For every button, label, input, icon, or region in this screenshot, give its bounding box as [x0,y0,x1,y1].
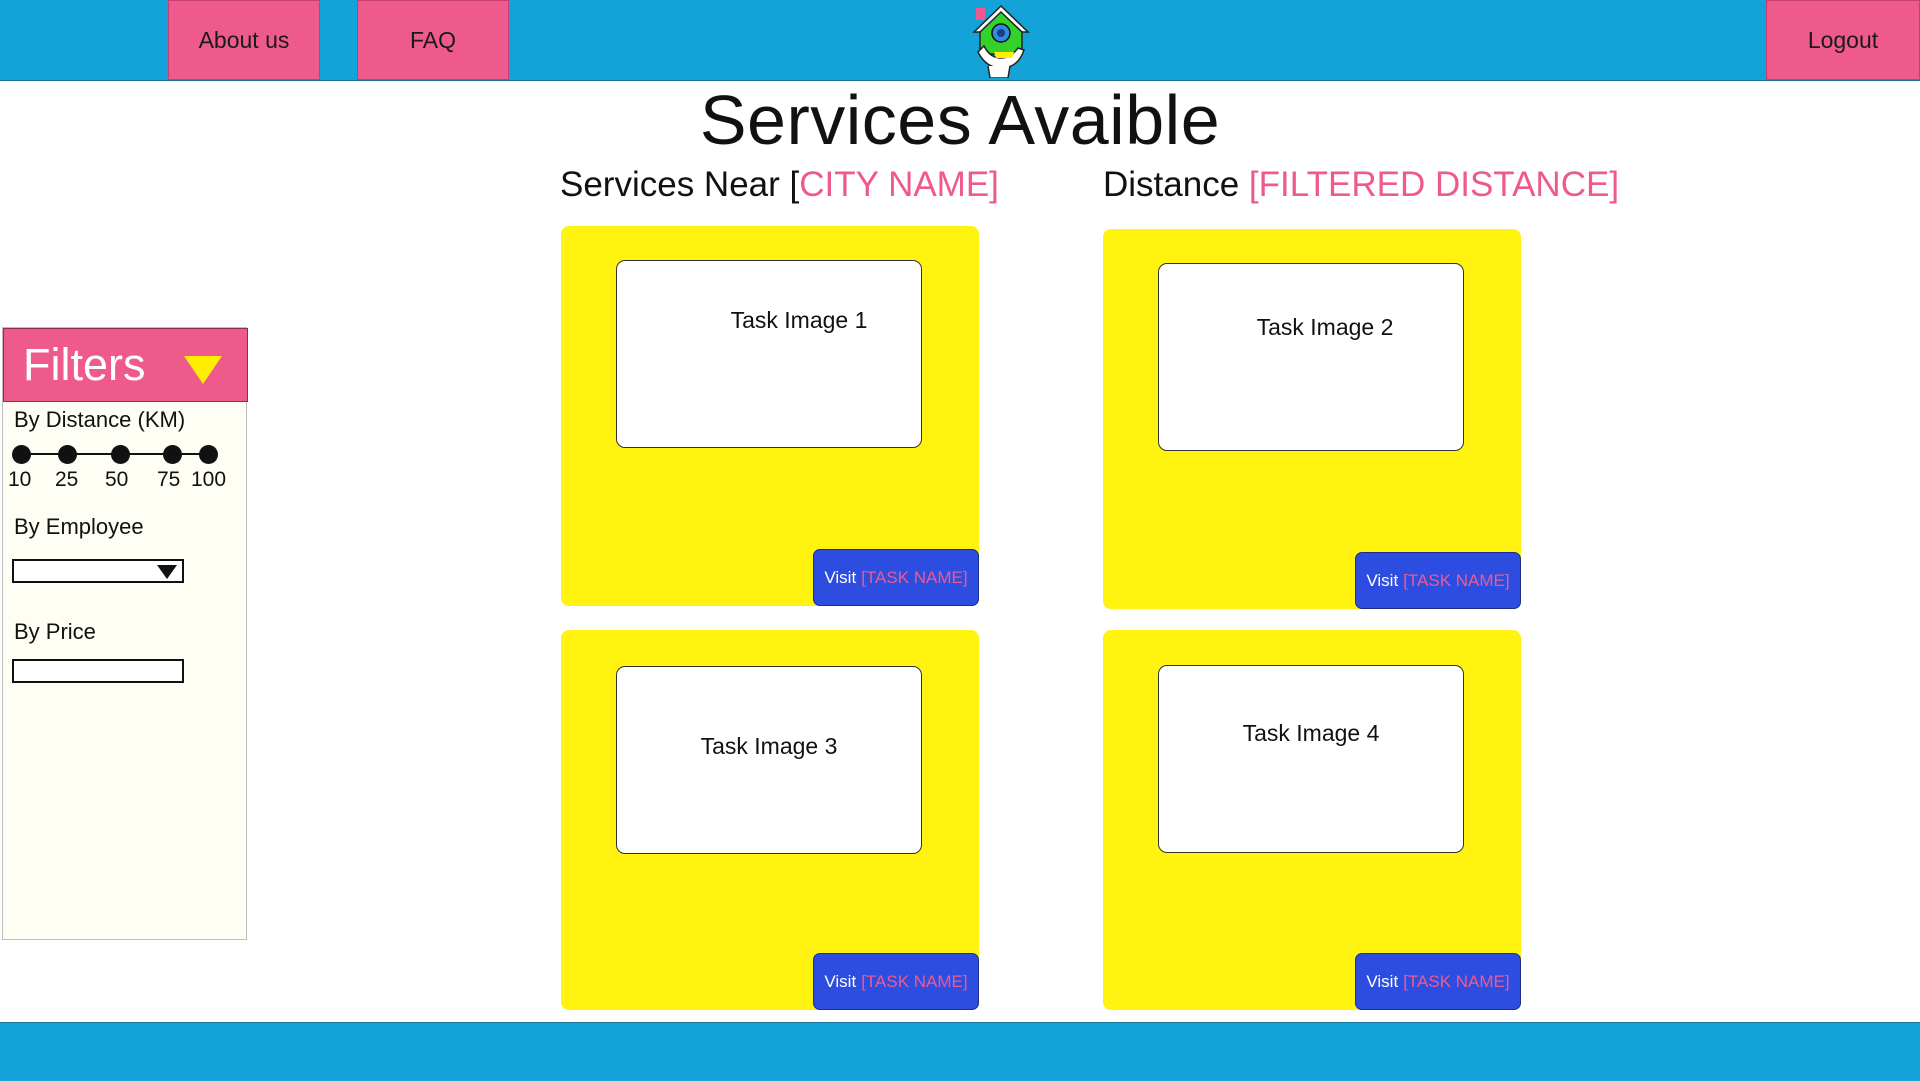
task-image-label: Task Image 2 [1256,314,1394,340]
task-image: Task Image 2 [1158,263,1464,451]
task-image: Task Image 4 [1158,665,1464,853]
distance-tick-label: 10 [8,468,32,491]
visit-label: Visit [824,971,857,991]
task-image-label: Task Image 1 [730,307,868,333]
price-input[interactable] [12,659,184,683]
filtered-distance-placeholder: [FILTERED DISTANCE] [1248,165,1620,204]
dropdown-arrow-icon[interactable] [157,565,177,579]
visit-task-button[interactable]: Visit [TASK NAME] [1355,953,1521,1010]
task-name-placeholder: [TASK NAME] [861,567,968,587]
service-card: Task Image 3 Visit [TASK NAME] [561,630,979,1010]
service-card: Task Image 1 Visit [TASK NAME] [561,226,979,606]
city-name-placeholder: CITY NAME] [799,165,999,204]
task-image: Task Image 1 [616,260,922,448]
filters-title: Filters [23,339,146,390]
task-image-label: Task Image 4 [1242,720,1380,746]
distance-option-100[interactable] [199,445,218,464]
task-name-placeholder: [TASK NAME] [1403,971,1510,991]
distance-option-10[interactable] [12,445,31,464]
filters-toggle[interactable]: Filters [3,328,248,402]
logout-button[interactable]: Logout [1766,0,1920,80]
house-hand-logo-icon[interactable] [966,2,1036,78]
distance-tick-label: 75 [157,468,181,491]
task-image: Task Image 3 [616,666,922,854]
page-title: Services Avaible [699,81,1221,159]
visit-task-button[interactable]: Visit [TASK NAME] [813,549,979,606]
about-us-button[interactable]: About us [168,0,320,80]
services-near-label: Services Near [ [560,165,800,204]
visit-label: Visit [1366,971,1399,991]
distance-tick-label: 50 [105,468,129,491]
service-card: Task Image 2 Visit [TASK NAME] [1103,229,1521,609]
services-near-heading: Services Near [CITY NAME] [560,163,999,207]
distance-option-75[interactable] [163,445,182,464]
service-card: Task Image 4 Visit [TASK NAME] [1103,630,1521,1010]
visit-task-button[interactable]: Visit [TASK NAME] [813,953,979,1010]
distance-option-25[interactable] [58,445,77,464]
filters-panel: Filters By Distance (KM) 10 25 50 75 100… [2,327,248,940]
footer-bar [0,1022,1920,1081]
visit-label: Visit [824,567,857,587]
distance-tick-label: 25 [55,468,79,491]
task-image-label: Task Image 3 [700,733,838,759]
by-employee-label: By Employee [14,514,144,539]
by-price-label: By Price [14,619,96,644]
visit-label: Visit [1366,570,1399,590]
task-name-placeholder: [TASK NAME] [861,971,968,991]
by-distance-label: By Distance (KM) [14,407,186,432]
visit-task-button[interactable]: Visit [TASK NAME] [1355,552,1521,609]
distance-option-50[interactable] [111,445,130,464]
top-nav-bar: About us FAQ Logout [0,0,1920,81]
caret-down-icon[interactable] [184,356,222,384]
employee-select[interactable] [12,559,184,583]
distance-heading: Distance [FILTERED DISTANCE] [1103,163,1619,207]
faq-button[interactable]: FAQ [357,0,509,80]
distance-tick-label: 100 [191,468,227,491]
distance-label: Distance [1103,165,1249,204]
task-name-placeholder: [TASK NAME] [1403,570,1510,590]
